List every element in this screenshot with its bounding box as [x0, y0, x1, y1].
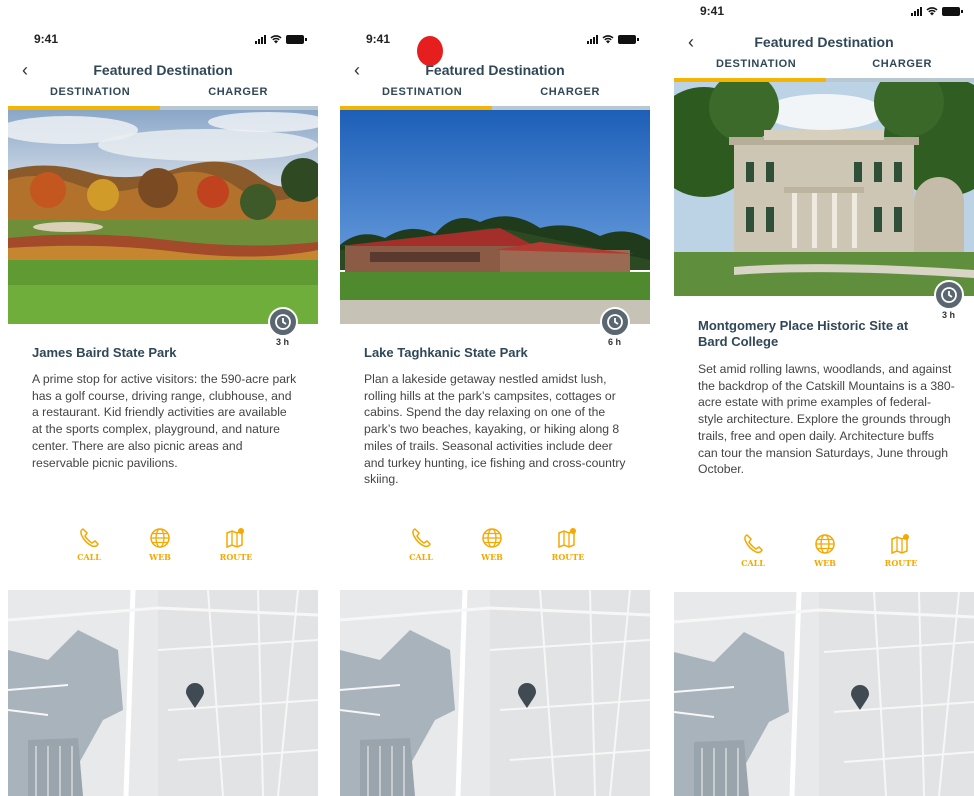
map-route-icon	[891, 534, 909, 555]
tab-destination[interactable]: DESTINATION	[50, 86, 130, 98]
park-title: Montgomery Place Historic Site at Bard C…	[698, 318, 909, 349]
web-button[interactable]: WEB	[800, 532, 850, 568]
map-view[interactable]	[674, 592, 974, 796]
clock-icon[interactable]	[600, 307, 630, 337]
visit-duration: 3 h	[942, 310, 956, 320]
map-pin-icon[interactable]	[517, 683, 537, 709]
page-title: Featured Destination	[754, 34, 894, 50]
status-time: 9:41	[700, 4, 725, 18]
web-button[interactable]: WEB	[135, 526, 185, 562]
tab-destination[interactable]: DESTINATION	[382, 86, 462, 98]
status-bar: 9:41	[340, 32, 650, 52]
phone-icon	[80, 528, 99, 548]
nav-bar: ‹ Featured Destination	[340, 59, 650, 83]
route-label: ROUTE	[219, 552, 253, 562]
call-label: CALL	[409, 552, 433, 562]
status-time: 9:41	[366, 32, 391, 46]
system-icons	[255, 34, 307, 44]
status-bar: 9:41	[674, 4, 974, 24]
destination-photo	[340, 110, 650, 324]
tab-bar: DESTINATION CHARGER	[340, 86, 650, 110]
clock-icon[interactable]	[268, 307, 298, 337]
route-button[interactable]: ROUTE	[543, 526, 593, 562]
map-route-icon	[226, 528, 244, 549]
system-icons	[911, 6, 963, 16]
tab-charger[interactable]: CHARGER	[540, 86, 600, 98]
action-bar: CALL WEB ROUTE	[674, 532, 974, 578]
park-description: Set amid rolling lawns, woodlands, and a…	[698, 362, 955, 477]
park-description: A prime stop for active visitors: the 59…	[32, 372, 297, 470]
page-title: Featured Destination	[425, 62, 565, 78]
status-bar: 9:41	[8, 32, 318, 52]
globe-icon	[815, 534, 835, 554]
touch-marker	[417, 36, 443, 66]
nav-bar: ‹ Featured Destination	[674, 31, 974, 55]
wifi-icon	[926, 7, 938, 16]
tab-destination[interactable]: DESTINATION	[716, 58, 796, 70]
phone-icon	[412, 528, 431, 548]
call-label: CALL	[77, 552, 101, 562]
battery-icon	[942, 6, 963, 16]
clock-icon[interactable]	[934, 280, 964, 310]
signal-icon	[911, 6, 922, 16]
phone-screen-2: 9:41 ‹ Featured Destination DESTINATION …	[340, 0, 650, 796]
phone-icon	[744, 534, 763, 554]
battery-icon	[286, 34, 307, 44]
call-button[interactable]: CALL	[64, 526, 114, 562]
action-bar: CALL WEB ROUTE	[8, 526, 318, 572]
park-description: Plan a lakeside getaway nestled amidst l…	[364, 372, 626, 487]
destination-photo	[8, 110, 318, 324]
map-view[interactable]	[8, 590, 318, 796]
system-icons	[587, 34, 639, 44]
route-button[interactable]: ROUTE	[876, 532, 926, 568]
web-label: WEB	[481, 552, 503, 562]
route-label: ROUTE	[551, 552, 585, 562]
web-label: WEB	[149, 552, 171, 562]
globe-icon	[150, 528, 170, 548]
park-title: Lake Taghkanic State Park	[364, 345, 528, 360]
call-button[interactable]: CALL	[396, 526, 446, 562]
status-time: 9:41	[34, 32, 59, 46]
map-route-icon	[558, 528, 576, 549]
phone-screen-3: 9:41 ‹ Featured Destination DESTINATION …	[674, 0, 974, 796]
wifi-icon	[602, 35, 614, 44]
nav-bar: ‹ Featured Destination	[8, 59, 318, 83]
call-label: CALL	[741, 558, 765, 568]
globe-icon	[482, 528, 502, 548]
signal-icon	[255, 34, 266, 44]
action-bar: CALL WEB ROUTE	[340, 526, 650, 572]
phone-screen-1: 9:41 ‹ Featured Destination DESTINATION …	[8, 0, 318, 796]
park-title: James Baird State Park	[32, 345, 177, 360]
map-view[interactable]	[340, 590, 650, 796]
call-button[interactable]: CALL	[728, 532, 778, 568]
web-button[interactable]: WEB	[467, 526, 517, 562]
wifi-icon	[270, 35, 282, 44]
tab-charger[interactable]: CHARGER	[208, 86, 268, 98]
page-title: Featured Destination	[93, 62, 233, 78]
tab-bar: DESTINATION CHARGER	[674, 58, 974, 82]
signal-icon	[587, 34, 598, 44]
tab-bar: DESTINATION CHARGER	[8, 86, 318, 110]
web-label: WEB	[814, 558, 836, 568]
map-pin-icon[interactable]	[850, 685, 870, 711]
route-label: ROUTE	[884, 558, 918, 568]
route-button[interactable]: ROUTE	[211, 526, 261, 562]
map-pin-icon[interactable]	[185, 683, 205, 709]
tab-charger[interactable]: CHARGER	[872, 58, 932, 70]
battery-icon	[618, 34, 639, 44]
destination-photo	[674, 82, 974, 296]
